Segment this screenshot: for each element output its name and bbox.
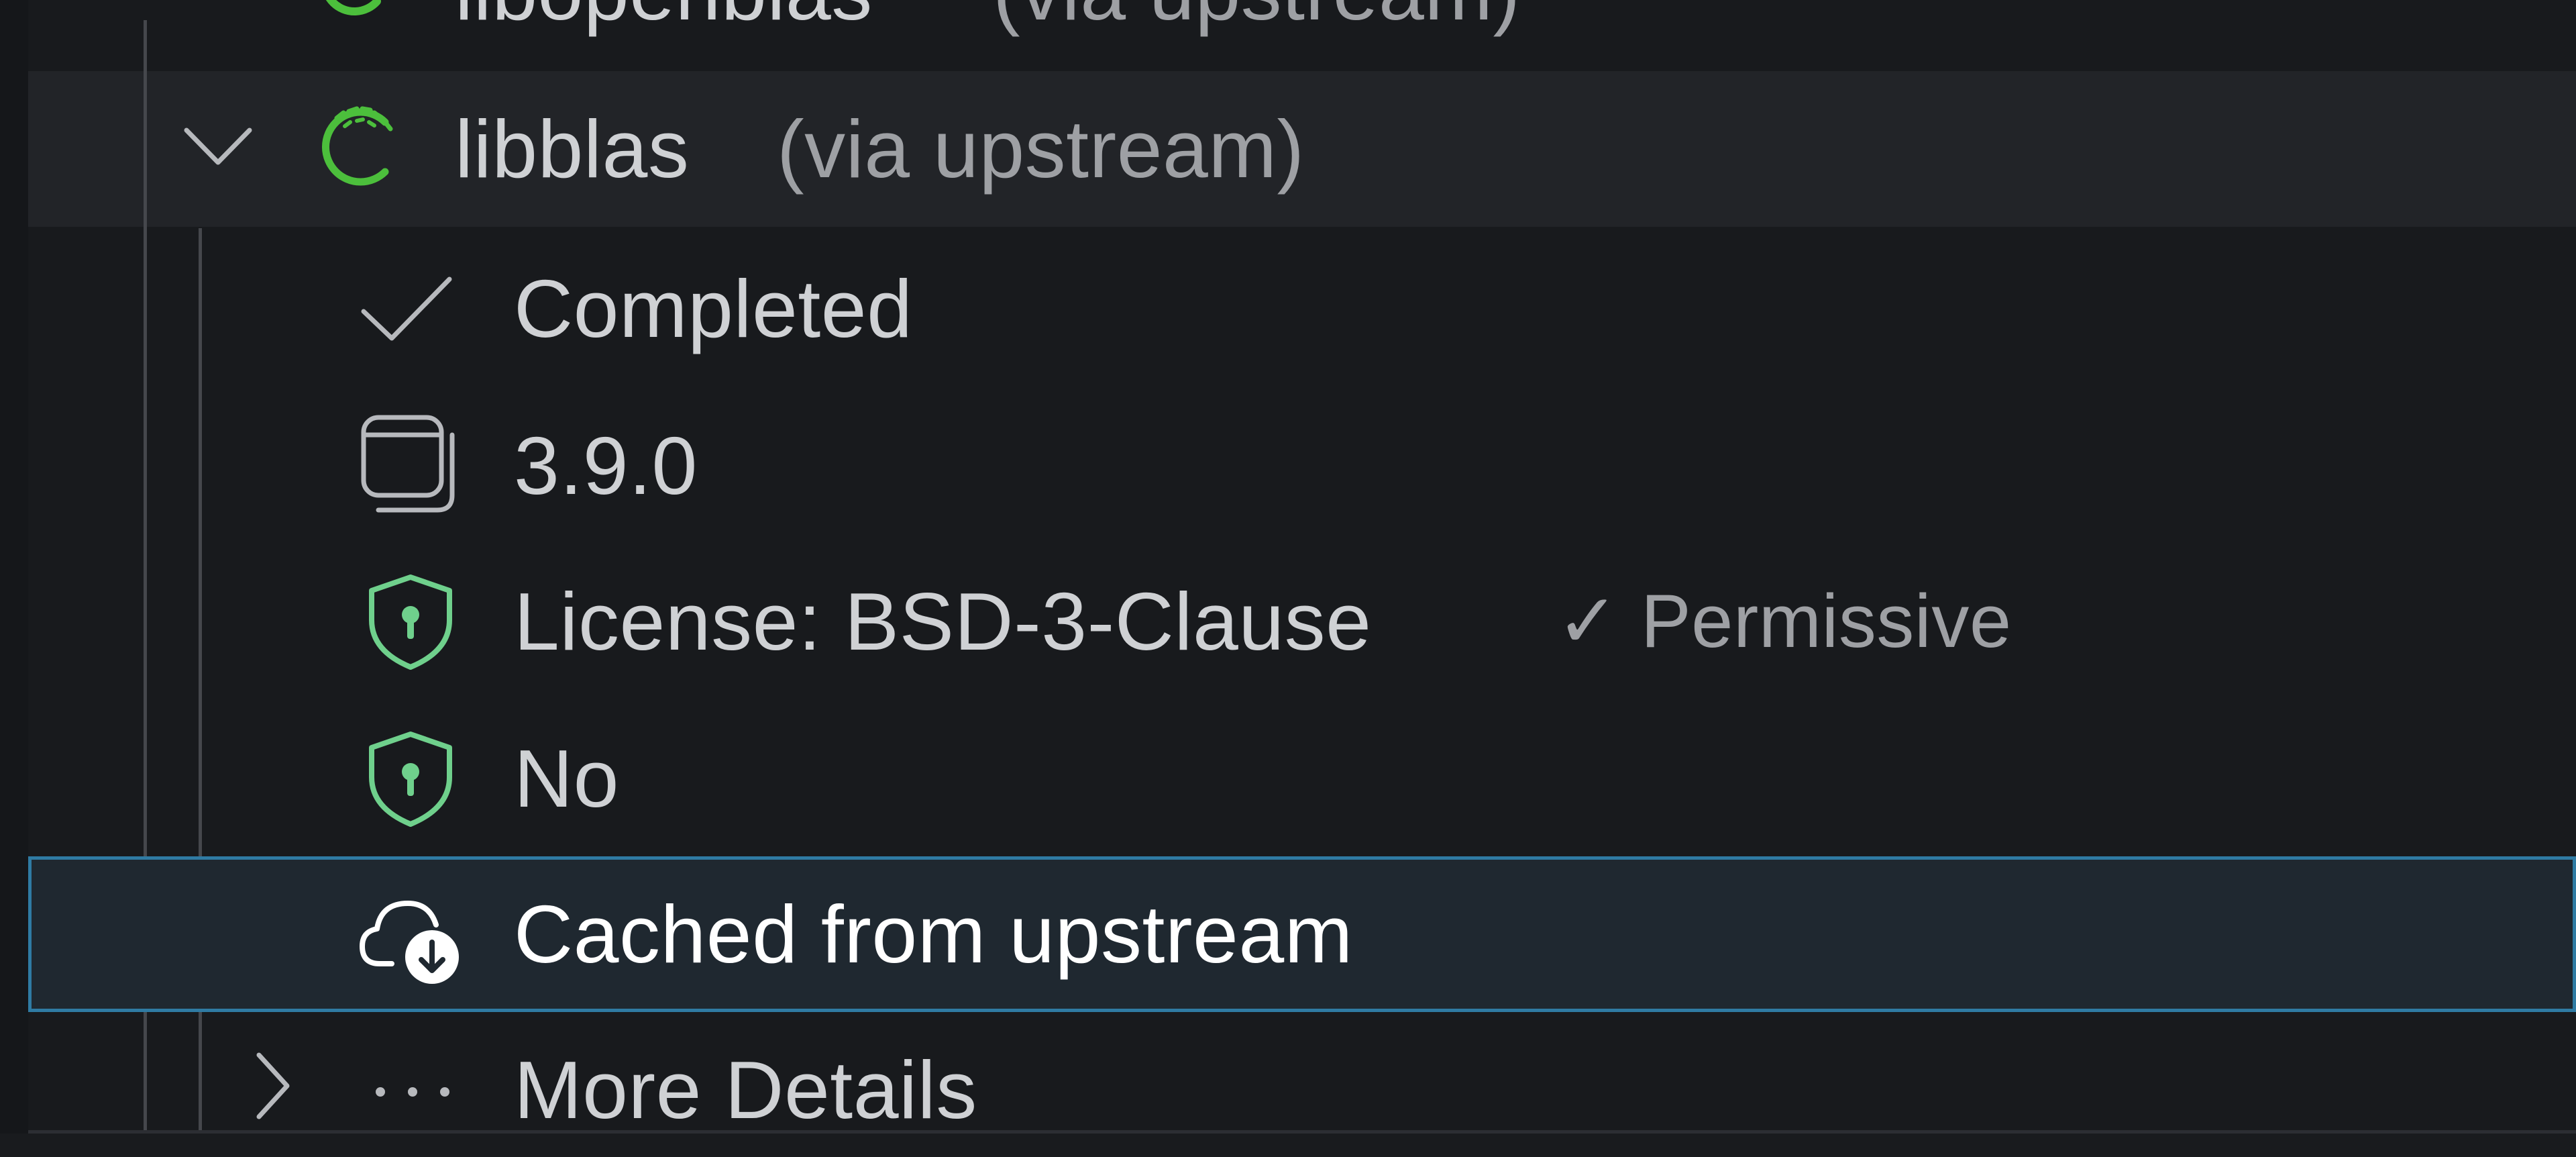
chevron-right-icon xyxy=(196,0,236,8)
detail-label: License: BSD-3-Clause xyxy=(514,576,1372,667)
conda-forge-logo-icon xyxy=(325,0,381,15)
panel-edge xyxy=(0,0,28,1157)
tree-item-package[interactable]: libblas (via upstream) xyxy=(28,71,2576,227)
detail-label: No xyxy=(514,733,619,824)
versions-icon xyxy=(361,415,455,513)
ellipsis-icon xyxy=(376,1087,449,1097)
detail-security[interactable]: No xyxy=(28,701,2576,856)
tree-panel: libopenblas (via upstream) libblas (via … xyxy=(0,0,2576,1157)
chevron-down-icon xyxy=(184,128,252,165)
checkmark-icon xyxy=(361,276,452,341)
detail-status[interactable]: Completed xyxy=(28,231,2576,387)
package-source: (via upstream) xyxy=(777,103,1305,195)
detail-label: Completed xyxy=(514,263,913,354)
conda-forge-logo-icon xyxy=(322,106,393,186)
chevron-right-icon xyxy=(256,1052,290,1119)
tree-item-previous[interactable]: libopenblas (via upstream) xyxy=(28,0,2576,68)
detail-version[interactable]: 3.9.0 xyxy=(28,388,2576,544)
detail-label: 3.9.0 xyxy=(514,420,698,511)
cloud-download-icon xyxy=(360,901,459,984)
detail-cache[interactable]: Cached from upstream xyxy=(28,856,2576,1012)
package-name: libblas xyxy=(455,103,690,195)
package-name: libopenblas xyxy=(455,0,873,42)
detail-label: Cached from upstream xyxy=(514,889,1353,980)
panel-footer xyxy=(0,1134,2576,1157)
shield-icon xyxy=(369,732,452,827)
detail-label: More Details xyxy=(514,1044,977,1130)
shield-icon xyxy=(369,574,452,670)
package-source: (via upstream) xyxy=(993,0,1521,42)
license-note: ✓ Permissive xyxy=(1556,579,2012,663)
detail-license[interactable]: License: BSD-3-Clause ✓ Permissive xyxy=(28,544,2576,699)
detail-more[interactable]: More Details xyxy=(28,1012,2576,1130)
